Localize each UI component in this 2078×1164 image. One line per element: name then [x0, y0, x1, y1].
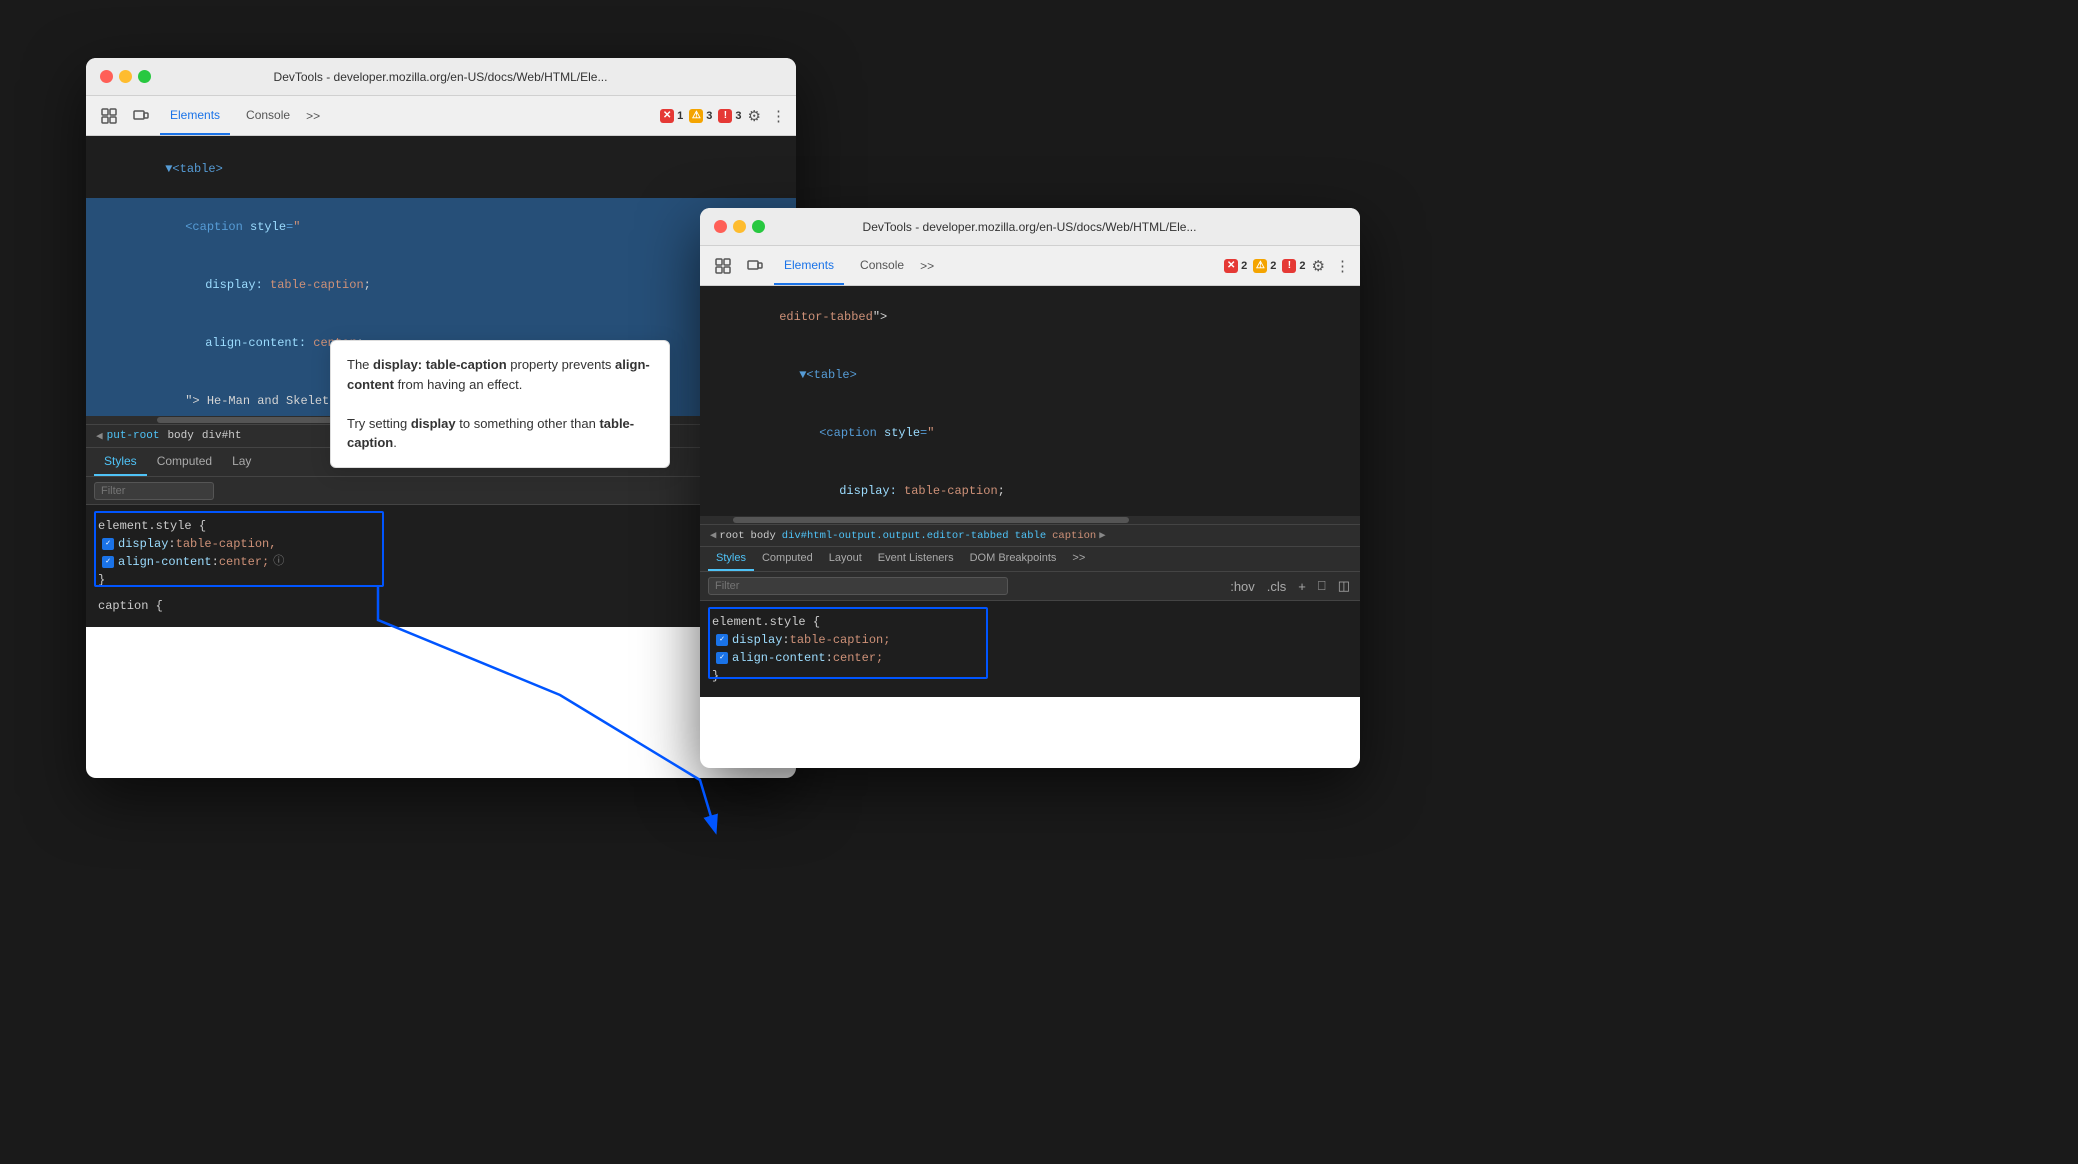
badges-1: ✕ 1 ⚠ 3 ! 3 ⚙ ⋮ — [660, 107, 786, 125]
error-icon-2: ✕ — [1224, 259, 1238, 273]
tooltip-bold-4: table-caption — [347, 416, 634, 451]
info-icon-1: ! — [718, 109, 732, 123]
bottom-panel-2: Styles Computed Layout Event Listeners D… — [700, 547, 1360, 697]
inspect-icon[interactable] — [96, 103, 122, 129]
breadcrumb-body[interactable]: body — [167, 430, 193, 442]
html-line2-caption-open[interactable]: <caption style=" — [700, 404, 1360, 462]
styles-panel-2: element.style { ✓ display: table-caption… — [700, 601, 1360, 697]
html-line-display[interactable]: display: table-caption; — [86, 256, 796, 314]
tooltip-bold-3: display — [411, 416, 456, 431]
tab-console-2[interactable]: Console — [850, 246, 914, 285]
highlight-box-2 — [708, 607, 988, 679]
filter-input-1[interactable] — [94, 482, 214, 500]
info-icon-2: ! — [1282, 259, 1296, 273]
highlight-box-1 — [94, 511, 384, 587]
html-line-table[interactable]: ▼<table> — [86, 136, 796, 198]
tab-layout-1[interactable]: Lay — [222, 448, 261, 476]
window-title-2: DevTools - developer.mozilla.org/en-US/d… — [713, 220, 1346, 234]
more-dots-icon-1[interactable]: ⋮ — [771, 107, 786, 125]
breadcrumb-back-2[interactable]: ◀ — [710, 529, 716, 542]
panel-btn[interactable]: ◫ — [1336, 576, 1352, 596]
html-line2-editor[interactable]: editor-tabbed"> — [700, 286, 1360, 346]
tab-layout-2[interactable]: Layout — [821, 547, 870, 571]
titlebar-1: DevTools - developer.mozilla.org/en-US/d… — [86, 58, 796, 96]
tab-dom-breakpoints-2[interactable]: DOM Breakpoints — [962, 547, 1065, 571]
badges-2: ✕ 2 ⚠ 2 ! 2 ⚙ ⋮ — [1224, 257, 1350, 275]
tab-computed-1[interactable]: Computed — [147, 448, 222, 476]
inspect-icon-2[interactable] — [710, 253, 736, 279]
hov-btn[interactable]: :hov — [1228, 577, 1257, 596]
html-line-caption-open[interactable]: <caption style=" — [86, 198, 796, 256]
responsive-icon-2[interactable] — [742, 253, 768, 279]
settings-icon-1[interactable]: ⚙ — [748, 107, 761, 125]
breadcrumb-forward-2[interactable]: ▶ — [1099, 529, 1105, 542]
breadcrumb-back-1[interactable]: ◀ — [96, 429, 103, 443]
error-badge-1[interactable]: ✕ 1 — [660, 109, 683, 123]
info-badge-1[interactable]: ! 3 — [718, 109, 741, 123]
html-line2-display[interactable]: display: table-caption; — [700, 462, 1360, 516]
breadcrumb-caption[interactable]: caption — [1052, 530, 1096, 542]
info-badge-2[interactable]: ! 2 — [1282, 259, 1305, 273]
warning-icon-2: ⚠ — [1253, 259, 1267, 273]
titlebar-2: DevTools - developer.mozilla.org/en-US/d… — [700, 208, 1360, 246]
styles-tabs-2: Styles Computed Layout Event Listeners D… — [700, 547, 1360, 572]
warning-badge-1[interactable]: ⚠ 3 — [689, 109, 712, 123]
paint-btn[interactable]: ⎕ — [1316, 576, 1328, 596]
error-icon-1: ✕ — [660, 109, 674, 123]
window-title-1: DevTools - developer.mozilla.org/en-US/d… — [99, 70, 782, 84]
warning-icon-1: ⚠ — [689, 109, 703, 123]
more-tabs-2[interactable]: >> — [920, 259, 934, 273]
responsive-icon[interactable] — [128, 103, 154, 129]
breadcrumb-div[interactable]: div#ht — [202, 430, 242, 442]
breadcrumb-root[interactable]: root — [719, 530, 744, 542]
styles-filter-1 — [86, 477, 796, 505]
html-line2-table[interactable]: ▼<table> — [700, 346, 1360, 404]
filter-input-2[interactable] — [708, 577, 1008, 595]
breadcrumb-putroot[interactable]: put-root — [107, 430, 160, 442]
tab-elements-1[interactable]: Elements — [160, 96, 230, 135]
scrollbar-2[interactable] — [700, 516, 1360, 524]
toolbar-2: Elements Console >> ✕ 2 ⚠ 2 ! 2 ⚙ ⋮ — [700, 246, 1360, 286]
cls-btn[interactable]: .cls — [1265, 577, 1289, 596]
error-badge-2[interactable]: ✕ 2 — [1224, 259, 1247, 273]
caption-rule-1: caption { — [86, 593, 796, 619]
settings-icon-2[interactable]: ⚙ — [1312, 257, 1325, 275]
breadcrumb-div-2[interactable]: div#html-output.output.editor-tabbed — [782, 530, 1009, 542]
tab-event-listeners-2[interactable]: Event Listeners — [870, 547, 962, 571]
more-dots-icon-2[interactable]: ⋮ — [1335, 257, 1350, 275]
devtools-window-2[interactable]: DevTools - developer.mozilla.org/en-US/d… — [700, 208, 1360, 768]
scrollbar-thumb-2[interactable] — [733, 517, 1129, 523]
tab-styles-2[interactable]: Styles — [708, 547, 754, 571]
more-tabs-styles-2[interactable]: >> — [1064, 547, 1093, 571]
styles-filter-2: :hov .cls + ⎕ ◫ — [700, 572, 1360, 601]
styles-panel-1: element.style { ✓ display: table-caption… — [86, 505, 796, 627]
tooltip-text-2: Try setting display to something other t… — [347, 414, 653, 453]
breadcrumb-body-2[interactable]: body — [751, 530, 776, 542]
breadcrumb-table[interactable]: table — [1015, 530, 1047, 542]
tooltip-popup: The display: table-caption property prev… — [330, 340, 670, 468]
tab-computed-2[interactable]: Computed — [754, 547, 821, 571]
toolbar-1: Elements Console >> ✕ 1 ⚠ 3 ! 3 ⚙ ⋮ — [86, 96, 796, 136]
add-btn[interactable]: + — [1296, 577, 1308, 596]
breadcrumb-2: ◀ root body div#html-output.output.edito… — [700, 524, 1360, 547]
bottom-panel-1: Styles Computed Lay element.style { ✓ di… — [86, 448, 796, 627]
tooltip-text-1: The display: table-caption property prev… — [347, 355, 653, 394]
warning-badge-2[interactable]: ⚠ 2 — [1253, 259, 1276, 273]
more-tabs-1[interactable]: >> — [306, 109, 320, 123]
html-panel-2: editor-tabbed"> ▼<table> <caption style=… — [700, 286, 1360, 516]
tab-styles-1[interactable]: Styles — [94, 448, 147, 476]
tab-elements-2[interactable]: Elements — [774, 246, 844, 285]
tooltip-bold-1: display: table-caption — [373, 357, 507, 372]
tab-console-1[interactable]: Console — [236, 96, 300, 135]
